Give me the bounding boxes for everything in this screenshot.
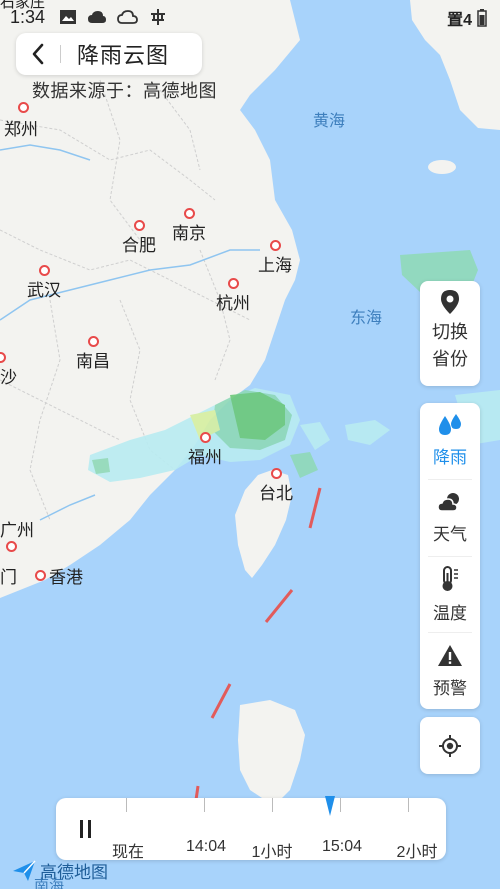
cloud-outline-icon [117, 10, 138, 24]
timeline-bar: 现在 14:04 1小时 15:04 2小时 [56, 796, 446, 861]
amap-logo-icon [13, 860, 36, 881]
city-nanchang[interactable]: 南昌 [76, 336, 110, 372]
status-bar: 石家庄 1:34 置4 [0, 0, 500, 34]
city-marker-icon [183, 208, 195, 219]
timeline-tick [340, 798, 341, 812]
page-title: 降雨云图 [77, 43, 170, 68]
timeline-tick [408, 798, 409, 812]
location-pin-icon [441, 290, 459, 314]
city-label: 门 [0, 568, 17, 587]
timeline-tick [272, 798, 273, 812]
switch-label-2: 省份 [432, 349, 468, 369]
pause-bar [79, 820, 83, 838]
city-marker-icon [0, 352, 6, 363]
city-macau[interactable]: 门 [0, 563, 17, 588]
city-label: 上海 [258, 256, 292, 275]
city-label: 台北 [259, 484, 293, 503]
city-label: 合肥 [122, 236, 156, 255]
pause-bar [87, 820, 91, 838]
layer-weather[interactable]: 天气 [420, 480, 480, 556]
sea-label-yellow-sea: 黄海 [313, 113, 346, 130]
layer-label: 预警 [433, 678, 467, 698]
warning-icon [438, 644, 462, 666]
timeline-tick [204, 798, 205, 812]
city-marker-icon [199, 432, 211, 443]
layer-temperature[interactable]: 温度 [420, 557, 480, 633]
city-zhengzhou[interactable]: 郑州 [4, 102, 38, 140]
network-indicator: 置4 [447, 12, 472, 29]
status-right: 置4 [447, 6, 488, 30]
city-label: 广州 [0, 521, 34, 540]
city-hefei[interactable]: 合肥 [122, 220, 156, 256]
app-icon [151, 9, 166, 25]
header-card: 降雨云图 [16, 33, 202, 75]
city-label: 武汉 [27, 281, 61, 300]
timeline-position-marker[interactable] [323, 796, 337, 818]
layer-label: 降雨 [433, 448, 467, 468]
city-taipei[interactable]: 台北 [259, 468, 293, 504]
city-hangzhou[interactable]: 杭州 [216, 278, 250, 314]
city-marker-icon [38, 265, 50, 276]
city-label: 福州 [188, 448, 222, 467]
city-label: 郑州 [4, 120, 38, 139]
city-marker-icon [35, 570, 46, 581]
city-marker-icon [6, 541, 17, 552]
timeline-label-1504[interactable]: 15:04 [322, 838, 362, 856]
city-marker-icon [269, 240, 281, 251]
city-marker-icon [87, 336, 99, 347]
city-guangzhou[interactable]: 广州 [0, 516, 34, 552]
city-nanjing[interactable]: 南京 [172, 208, 206, 244]
city-shanghai[interactable]: 上海 [258, 240, 292, 276]
timeline-tick [126, 798, 127, 812]
layer-rain[interactable]: 降雨 [420, 403, 480, 479]
city-fuzhou[interactable]: 福州 [188, 432, 222, 468]
locate-button[interactable] [420, 717, 480, 774]
layer-warning[interactable]: 预警 [420, 633, 480, 709]
city-label: 香港 [49, 568, 83, 587]
city-hongkong[interactable]: 香港 [35, 563, 83, 588]
data-source-text: 数据来源于：高德地图 [32, 81, 217, 101]
status-top-city: 石家庄 [0, 0, 46, 11]
sea-label-east-sea: 东海 [350, 310, 383, 327]
timeline-labels: 现在 14:04 1小时 15:04 2小时 [56, 838, 446, 861]
city-label: 南昌 [76, 352, 110, 371]
chevron-left-icon [32, 43, 44, 65]
jeju-island [428, 160, 456, 174]
thermometer-icon [442, 565, 458, 591]
timeline-label-1h[interactable]: 1小时 [252, 838, 293, 862]
city-label: 杭州 [216, 294, 250, 313]
city-marker-icon [18, 102, 29, 113]
battery-icon [477, 9, 487, 27]
rain-drops-icon [439, 414, 461, 436]
layer-label: 天气 [433, 525, 467, 545]
amap-logo: 高德地图 [12, 858, 108, 883]
locate-icon [439, 734, 461, 757]
switch-label-1: 切换 [432, 322, 468, 342]
timeline-label-1404[interactable]: 14:04 [186, 838, 226, 856]
weather-icon [437, 493, 459, 512]
cloud-icon [88, 11, 107, 23]
timeline-ticks [126, 798, 436, 812]
layer-selector: 降雨 天气 温度 预警 [420, 403, 480, 709]
timeline-label-2h[interactable]: 2小时 [397, 838, 438, 862]
switch-province-button[interactable]: 切换 省份 [420, 281, 480, 386]
amap-logo-text: 高德地图 [40, 863, 108, 882]
header-divider [60, 45, 61, 63]
city-label: 沙 [0, 368, 17, 387]
timeline-label-now[interactable]: 现在 [112, 838, 144, 862]
status-icons [59, 8, 167, 26]
city-wuhan[interactable]: 武汉 [27, 265, 61, 301]
city-marker-icon [133, 220, 145, 231]
city-label: 南京 [172, 224, 206, 243]
city-changsha[interactable]: 沙 [0, 352, 17, 388]
city-marker-icon [270, 468, 282, 479]
back-button[interactable] [16, 33, 60, 75]
image-icon [60, 10, 77, 24]
city-marker-icon [227, 278, 239, 289]
layer-label: 温度 [433, 603, 467, 623]
